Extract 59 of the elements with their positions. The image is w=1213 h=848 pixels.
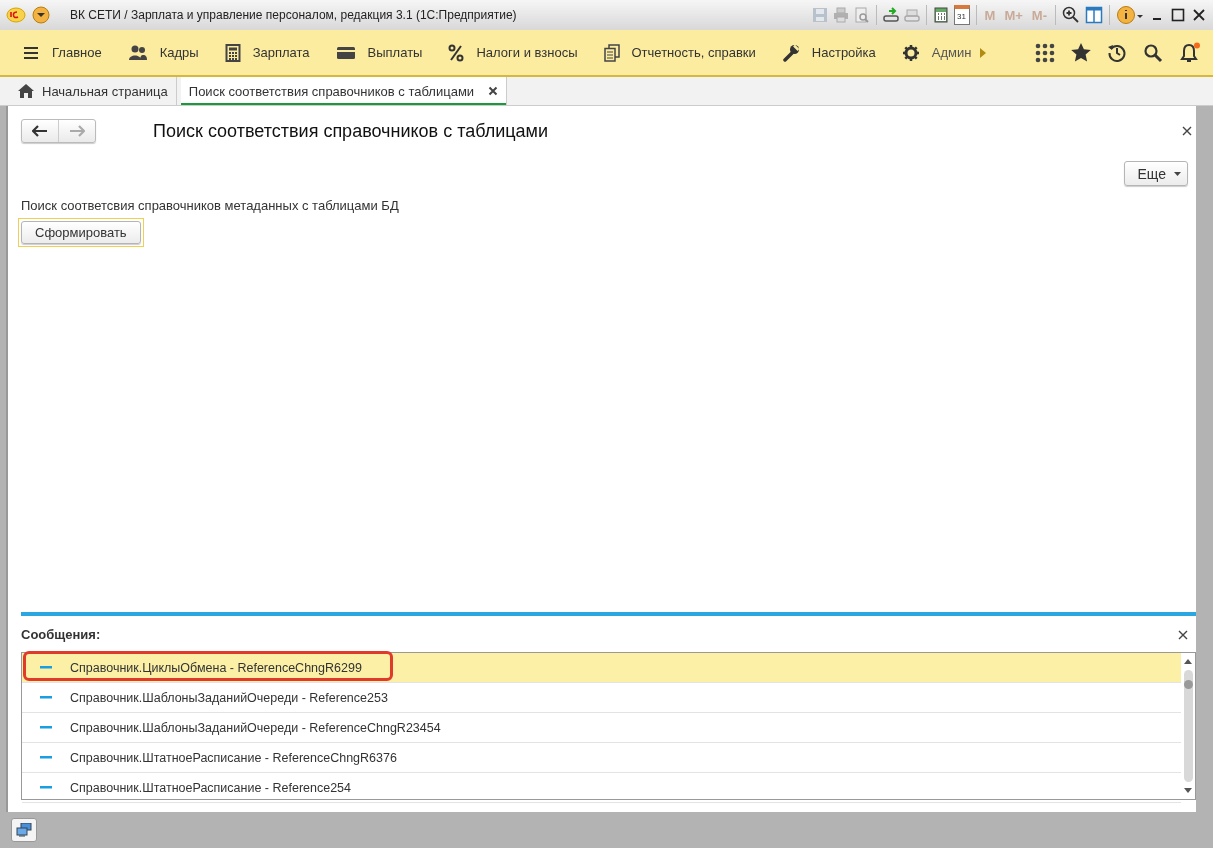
close-icon[interactable] xyxy=(488,86,499,96)
message-row[interactable]: Справочник.ШаблоныЗаданийОчереди - Reference253 xyxy=(22,683,1181,713)
documents-icon xyxy=(603,43,620,62)
apps-grid-icon[interactable] xyxy=(1035,42,1055,63)
section-item[interactable]: Выплаты xyxy=(335,44,423,61)
caret-icon xyxy=(1174,171,1181,176)
section-item[interactable]: Кадры xyxy=(127,43,199,62)
history-icon[interactable] xyxy=(1107,42,1127,63)
section-item[interactable]: Админ xyxy=(901,43,972,62)
info-icon[interactable] xyxy=(1116,5,1144,25)
dash-icon xyxy=(40,696,52,699)
messages-title: Сообщения: xyxy=(21,627,101,642)
section-item[interactable]: Отчетность, справки xyxy=(603,43,756,62)
dash-icon xyxy=(40,666,52,669)
dash-icon xyxy=(40,726,52,729)
close-icon[interactable] xyxy=(1178,629,1188,640)
section-item[interactable]: Налоги и взносы xyxy=(448,43,578,62)
close-icon[interactable] xyxy=(1191,7,1207,23)
scroll-up-icon[interactable] xyxy=(1184,659,1192,664)
percent-icon xyxy=(448,43,465,62)
message-row[interactable]: Справочник.ШаблоныЗаданийОчереди - ReferenceChngR23454 xyxy=(22,713,1181,743)
calendar-icon[interactable]: 31 xyxy=(953,5,970,25)
section-item[interactable]: Главное xyxy=(22,43,102,62)
gear-icon xyxy=(901,43,920,62)
bell-icon[interactable] xyxy=(1179,41,1201,64)
scroll-track[interactable] xyxy=(1183,670,1193,782)
calculator-icon[interactable] xyxy=(932,7,949,23)
panels-icon[interactable] xyxy=(1085,6,1103,24)
logo-icon xyxy=(6,7,26,23)
close-icon[interactable] xyxy=(1182,126,1192,136)
dropdown-icon[interactable] xyxy=(32,6,50,24)
form-title: Поиск соответствия справочников с таблицами xyxy=(153,120,548,142)
zoom-icon[interactable] xyxy=(1062,6,1080,24)
home-icon xyxy=(18,84,34,98)
wrench-icon xyxy=(781,43,800,62)
maximize-icon[interactable] xyxy=(1170,7,1186,23)
description-text: Поиск соответсвия справочников метаданных с таблицами БД xyxy=(21,198,400,213)
scroll-down-icon[interactable] xyxy=(1184,788,1192,793)
star-icon[interactable] xyxy=(1071,43,1091,62)
message-row[interactable]: Справочник.ЦиклыОбмена - ReferenceChngR6299 xyxy=(22,653,1181,683)
dash-icon xyxy=(40,756,52,759)
section-item[interactable]: Зарплата xyxy=(224,43,310,62)
scroll-right-icon[interactable] xyxy=(979,46,988,59)
section-item[interactable]: Настройка xyxy=(781,43,876,62)
network-icon[interactable] xyxy=(11,818,37,842)
message-row[interactable]: Справочник.ШтатноеРасписание - Reference254 xyxy=(22,773,1181,803)
more-button[interactable]: Еще xyxy=(1123,161,1188,186)
link-export-icon[interactable] xyxy=(882,7,899,23)
window-title: ВК СЕТИ / Зарплата и управление персоналом, редакция 3.1 (1С:Предприятие) xyxy=(70,8,517,22)
message-row[interactable]: Справочник.ШтатноеРасписание - ReferenceChngR6376 xyxy=(22,743,1181,773)
generate-button[interactable]: Сформировать xyxy=(21,221,141,244)
search-icon[interactable] xyxy=(1143,42,1163,63)
people-icon xyxy=(127,43,148,62)
wallet-icon xyxy=(335,44,356,61)
calculator-icon xyxy=(224,43,241,62)
tab[interactable]: Начальная страница xyxy=(0,77,177,105)
tab[interactable]: Поиск соответствия справочников с таблицами xyxy=(180,77,508,105)
scroll-thumb[interactable] xyxy=(1183,680,1193,689)
dash-icon xyxy=(40,786,52,789)
